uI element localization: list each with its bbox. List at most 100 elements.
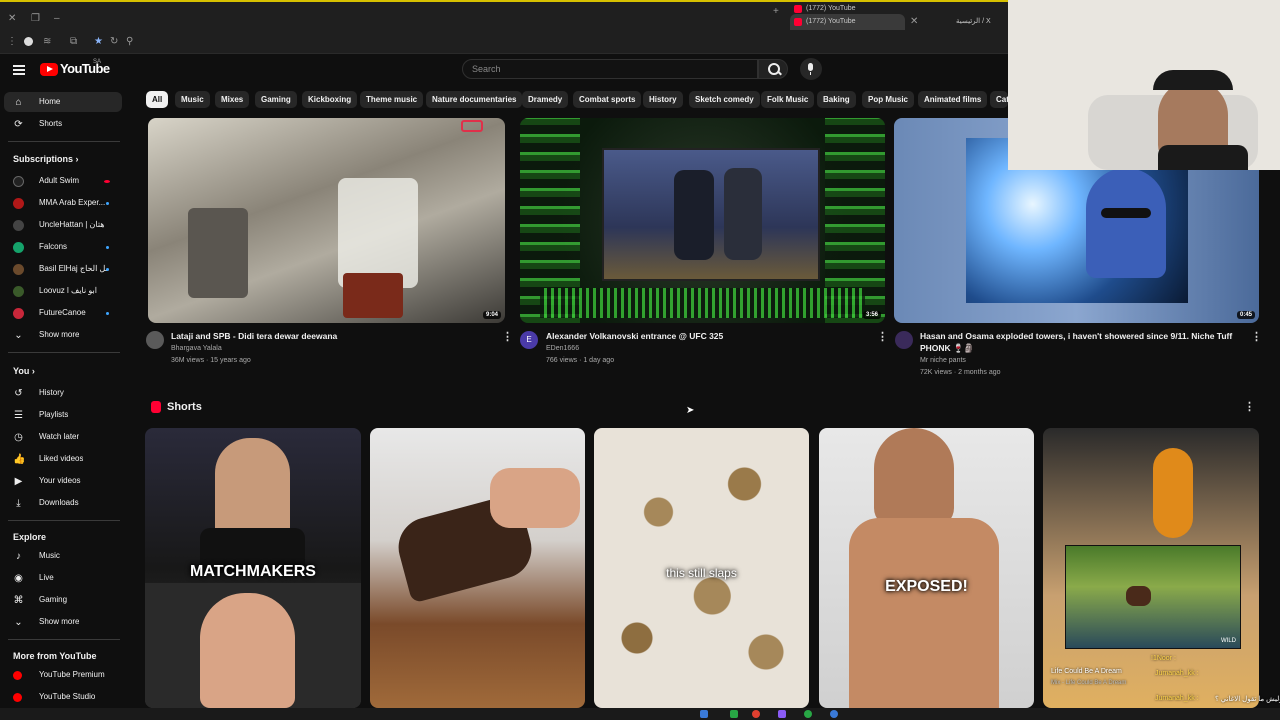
sidebar-item-label: Shorts: [39, 119, 63, 128]
sidebar-item-subscription[interactable]: Basil ElHaj باسل الحاج: [0, 259, 128, 279]
short-thumbnail[interactable]: [370, 428, 585, 708]
chip-cat[interactable]: Cat: [990, 91, 1008, 108]
video-duration: 3:56: [862, 311, 881, 319]
video-thumbnail[interactable]: 9:04: [148, 118, 505, 323]
sidebar-item-live[interactable]: ◉ Live: [0, 568, 128, 588]
tab-youtube[interactable]: (1772) YouTube: [790, 14, 905, 30]
video-title[interactable]: Hasan and Osama exploded towers, i haven…: [920, 330, 1240, 354]
chip-music[interactable]: Music: [175, 91, 210, 108]
sidebar-item-label: Live: [39, 573, 54, 582]
downloads-icon: ⤓: [16, 498, 21, 509]
sidebar-item-downloads[interactable]: ⤓ Downloads: [0, 493, 128, 513]
taskbar-app-icon[interactable]: [700, 710, 708, 718]
sidebar-item-history[interactable]: ↺ History: [0, 383, 128, 403]
sidebar-item-home[interactable]: ⌂ Home: [4, 92, 122, 112]
search-input[interactable]: Search: [462, 59, 758, 79]
youtube-favicon-icon: [794, 5, 802, 13]
minimize-window-icon[interactable]: –: [54, 13, 60, 25]
browser-tab-bar: ✕ ❐ – + (1772) YouTube (1772) YouTube ✕ …: [0, 0, 1008, 30]
video-meta: 36M views · 15 years ago: [171, 357, 251, 364]
chip-pop-music[interactable]: Pop Music: [862, 91, 915, 108]
chip-history[interactable]: History: [643, 91, 683, 108]
sidebar-item-liked-videos[interactable]: 👍 Liked videos: [0, 449, 128, 469]
chip-gaming[interactable]: Gaming: [255, 91, 297, 108]
thumbnail-figure: [338, 178, 418, 288]
channel-avatar[interactable]: [146, 331, 164, 349]
chip-mixes[interactable]: Mixes: [215, 91, 250, 108]
video-channel[interactable]: Bhargava Yalala: [171, 343, 222, 355]
chip-theme-music[interactable]: Theme music: [360, 91, 424, 108]
video-title[interactable]: Alexander Volkanovski entrance @ UFC 325: [546, 330, 866, 342]
sidebar-item-your-videos[interactable]: ▶ Your videos: [0, 471, 128, 491]
channel-avatar[interactable]: [895, 331, 913, 349]
voice-search-icon[interactable]: [800, 58, 822, 80]
channel-avatar[interactable]: E: [520, 331, 538, 349]
sidebar-item-shorts[interactable]: ⟳ Shorts: [0, 114, 128, 134]
sidebar-item-subscription[interactable]: Falcons: [0, 237, 128, 257]
new-tab-icon[interactable]: +: [773, 6, 779, 18]
search-lens-icon[interactable]: ⚲: [126, 36, 133, 48]
sidebar-item-label: Basil ElHaj باسل الحاج: [39, 264, 107, 273]
sidebar-show-more[interactable]: ⌄ Show more: [0, 325, 128, 345]
chip-all[interactable]: All: [146, 91, 169, 108]
tab-youtube-background[interactable]: (1772) YouTube: [790, 3, 900, 14]
taskbar-app-icon[interactable]: [730, 710, 738, 718]
short-thumbnail[interactable]: MATCHMAKERS: [145, 428, 361, 708]
gaming-icon: ⌘: [13, 595, 24, 606]
sidebar-divider: [8, 520, 120, 521]
chip-nature-documentaries[interactable]: Nature documentaries: [426, 91, 523, 108]
profile-icon[interactable]: [24, 37, 33, 46]
restore-window-icon[interactable]: ❐: [31, 13, 40, 25]
video-channel[interactable]: Mr niche pants: [920, 355, 966, 367]
chip-kickboxing[interactable]: Kickboxing: [302, 91, 358, 108]
search-button[interactable]: [758, 59, 788, 79]
sidebar-item-subscription[interactable]: Adult Swim: [0, 171, 128, 191]
youtube-play-icon: [40, 63, 58, 76]
subscriptions-heading[interactable]: Subscriptions ›: [13, 154, 79, 164]
chip-sketch-comedy[interactable]: Sketch comedy: [689, 91, 760, 108]
sidebar-item-subscription[interactable]: MMA Arab Exper...: [0, 193, 128, 213]
more-options-icon[interactable]: [1251, 330, 1262, 343]
sidebar-item-subscription[interactable]: Loovuz l ابو نايف: [0, 281, 128, 301]
menu-dots-icon[interactable]: ⋮: [7, 36, 17, 48]
hamburger-menu-icon[interactable]: [13, 65, 25, 75]
video-channel[interactable]: EDen1666: [546, 343, 579, 355]
short-caption: MATCHMAKERS: [190, 563, 316, 580]
more-options-icon[interactable]: [502, 330, 513, 343]
extensions-icon[interactable]: ≋: [43, 36, 51, 48]
more-options-icon[interactable]: [877, 330, 888, 343]
sidebar-item-gaming[interactable]: ⌘ Gaming: [0, 590, 128, 610]
chip-baking[interactable]: Baking: [817, 91, 856, 108]
sidebar-item-youtube-studio[interactable]: YouTube Studio: [0, 687, 128, 707]
you-title: You: [13, 366, 30, 376]
close-window-icon[interactable]: ✕: [8, 13, 16, 25]
wild-badge: WILD: [1221, 638, 1236, 644]
taskbar-app-icon[interactable]: [830, 710, 838, 718]
sidebar-item-subscription[interactable]: UncleHattan | هتان: [0, 215, 128, 235]
reload-icon[interactable]: ↻: [110, 36, 118, 48]
sidebar-item-music[interactable]: ♪ Music: [0, 546, 128, 566]
short-thumbnail[interactable]: this still slaps: [594, 428, 809, 708]
share-icon[interactable]: ⧉: [70, 36, 77, 48]
sidebar-item-watch-later[interactable]: ◷ Watch later: [0, 427, 128, 447]
tab-x[interactable]: الرئيسية / X: [940, 14, 1008, 30]
country-code: SA: [93, 59, 102, 65]
bookmark-star-icon[interactable]: ★: [94, 36, 103, 48]
sidebar-show-more[interactable]: ⌄ Show more: [0, 612, 128, 632]
more-options-icon[interactable]: [1244, 400, 1255, 413]
sidebar-item-playlists[interactable]: ☰ Playlists: [0, 405, 128, 425]
taskbar-app-icon[interactable]: [752, 710, 760, 718]
taskbar-app-icon[interactable]: [804, 710, 812, 718]
chip-dramedy[interactable]: Dramedy: [522, 91, 569, 108]
sidebar-item-youtube-premium[interactable]: YouTube Premium: [0, 665, 128, 685]
you-heading[interactable]: You ›: [13, 366, 35, 376]
video-title[interactable]: Lataji and SPB - Didi tera dewar deewana: [171, 330, 491, 342]
taskbar-app-icon[interactable]: [778, 710, 786, 718]
short-thumbnail[interactable]: EXPOSED!: [819, 428, 1034, 708]
sidebar-item-subscription[interactable]: FutureCanoe: [0, 303, 128, 323]
close-tab-icon[interactable]: ✕: [910, 16, 918, 28]
chip-combat-sports[interactable]: Combat sports: [573, 91, 642, 108]
chip-animated-films[interactable]: Animated films: [918, 91, 988, 108]
video-thumbnail[interactable]: 3:56: [520, 118, 885, 323]
chip-folk-music[interactable]: Folk Music: [761, 91, 815, 108]
